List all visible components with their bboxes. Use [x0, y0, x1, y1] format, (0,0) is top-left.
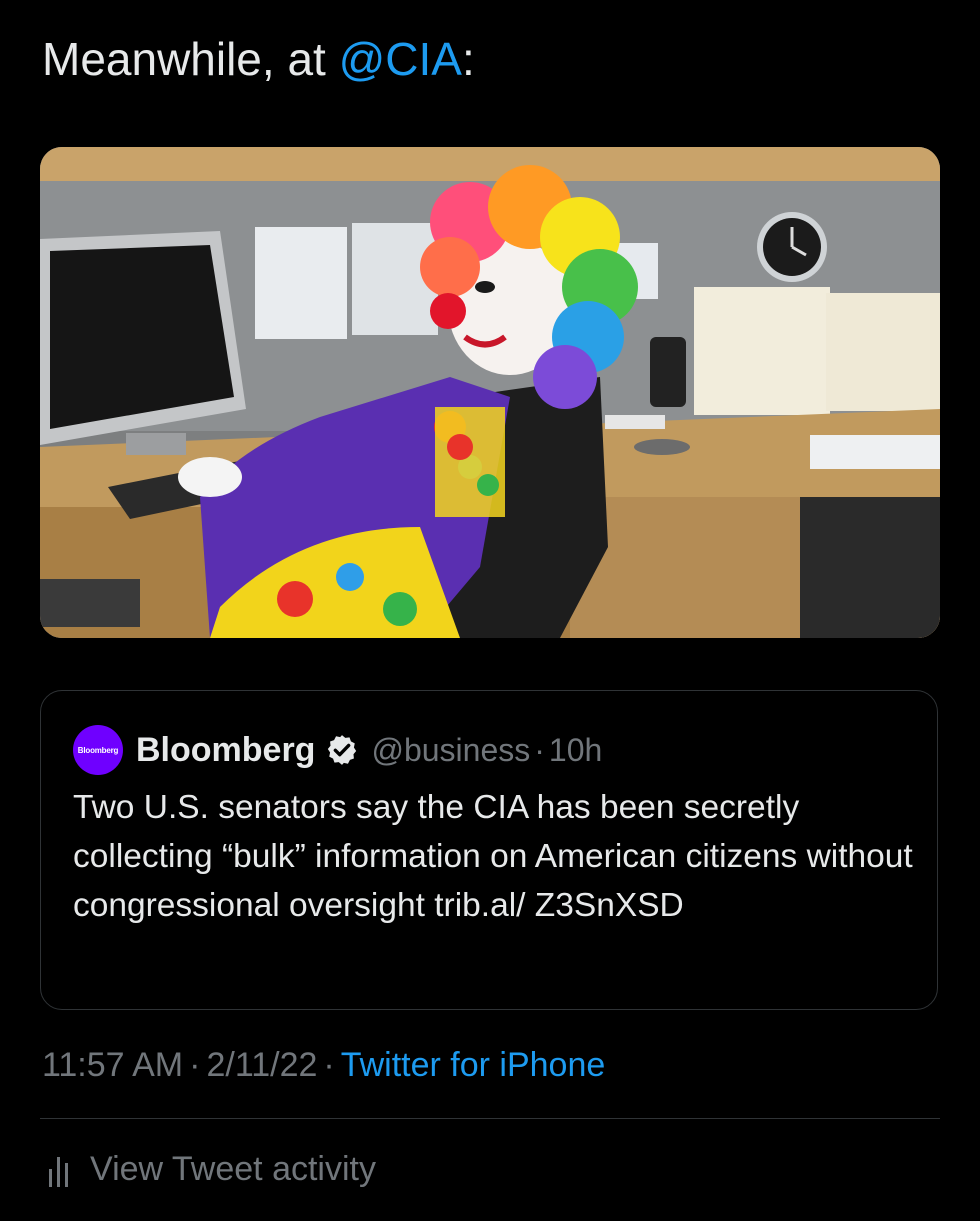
tweet-media-image[interactable]	[40, 147, 940, 638]
mention-link[interactable]: @CIA	[339, 33, 462, 85]
tweet-source-link[interactable]: Twitter for iPhone	[341, 1046, 606, 1084]
quoted-tweet-text: Two U.S. senators say the CIA has been s…	[73, 789, 913, 924]
tweet-metadata: 11:57 AM · 2/11/22 · Twitter for iPhone	[42, 1042, 605, 1088]
tweet-time[interactable]: 11:57 AM	[42, 1046, 183, 1084]
avatar-logo-text: Bloomberg	[77, 745, 119, 755]
tweet-text-suffix: :	[462, 33, 475, 85]
quoted-author-name[interactable]: Bloomberg	[136, 731, 315, 770]
divider	[40, 1118, 940, 1119]
tweet-text: Meanwhile, at @CIA:	[42, 30, 475, 88]
tweet-date[interactable]: 2/11/22	[206, 1046, 317, 1084]
verified-badge-icon	[328, 735, 357, 765]
avatar[interactable]: Bloomberg	[73, 725, 123, 775]
quoted-tweet-age[interactable]: 10h	[549, 732, 602, 769]
view-tweet-activity-button[interactable]: View Tweet activity	[44, 1146, 376, 1192]
clown-office-photo	[40, 147, 940, 638]
tweet-text-prefix: Meanwhile, at	[42, 33, 339, 85]
view-tweet-activity-label: View Tweet activity	[90, 1149, 376, 1188]
meta-separator: ·	[189, 1046, 201, 1084]
meta-separator: ·	[323, 1046, 335, 1084]
bar-chart-icon	[49, 1157, 68, 1187]
header-separator: ·	[534, 731, 545, 768]
quoted-tweet-card[interactable]: Bloomberg Bloomberg @business · 10h Two …	[40, 690, 938, 1010]
quoted-tweet-header: Bloomberg Bloomberg @business · 10h	[73, 725, 602, 775]
quoted-author-handle[interactable]: @business	[371, 732, 530, 769]
